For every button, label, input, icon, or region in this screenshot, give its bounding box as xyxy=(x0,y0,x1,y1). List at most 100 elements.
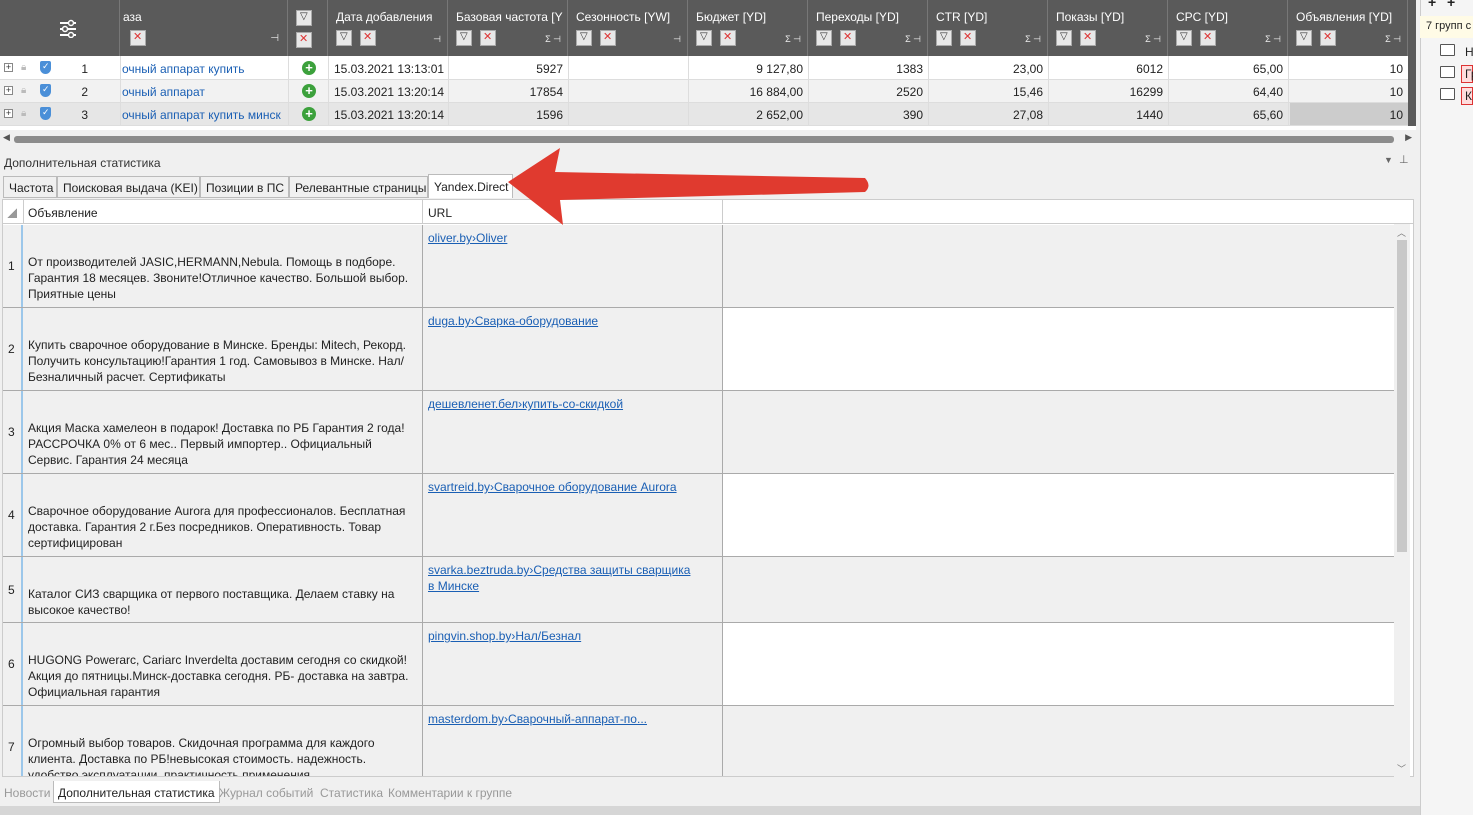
scroll-left-icon[interactable]: ◀ xyxy=(3,132,10,143)
col-clicks[interactable]: Переходы [YD] Σ ⊣ xyxy=(808,0,928,56)
pin-icon[interactable]: ⊣ xyxy=(433,34,441,45)
folder-icon[interactable] xyxy=(1440,44,1455,56)
shield-icon[interactable] xyxy=(40,84,51,97)
col-base-freq[interactable]: Базовая частота [Y Σ ⊣ xyxy=(448,0,568,56)
tab-news[interactable]: Новости xyxy=(0,781,54,803)
col-date-added[interactable]: Дата добавления ⊣ xyxy=(328,0,448,56)
shield-icon[interactable] xyxy=(40,61,51,74)
clear-filter-icon[interactable] xyxy=(720,30,736,46)
phrase-cell[interactable]: очный аппарат купить минск xyxy=(122,108,285,122)
sum-icon[interactable]: Σ ⊣ xyxy=(1025,34,1041,45)
clear-filter-icon[interactable] xyxy=(480,30,496,46)
tab-frequency[interactable]: Частота xyxy=(3,176,57,198)
clear-filter-icon[interactable] xyxy=(1080,30,1096,46)
sum-icon[interactable]: Σ ⊣ xyxy=(905,34,921,45)
tab-positions[interactable]: Позиции в ПС xyxy=(200,176,289,198)
tab-group-comments[interactable]: Комментарии к группе xyxy=(384,781,516,803)
phrase-cell[interactable]: очный аппарат купить xyxy=(122,62,285,76)
table-row[interactable]: 7 Огромный выбор товаров. Скидочная прог… xyxy=(3,706,1395,776)
filter-icon[interactable] xyxy=(456,30,472,46)
tab-statistics[interactable]: Статистика xyxy=(316,781,387,803)
clear-filter-icon[interactable] xyxy=(296,32,312,48)
table-row[interactable]: 5 Каталог СИЗ сварщика от первого постав… xyxy=(3,557,1395,623)
filter-icon[interactable] xyxy=(576,30,592,46)
tab-relevant-pages[interactable]: Релевантные страницы xyxy=(289,176,428,198)
clear-filter-icon[interactable] xyxy=(1200,30,1216,46)
col-url-header[interactable]: URL xyxy=(428,206,452,220)
pin-icon[interactable]: ⊥ xyxy=(1399,153,1409,166)
col-season[interactable]: Сезонность [YW] ⊣ xyxy=(568,0,688,56)
add-icon[interactable]: + xyxy=(1447,0,1455,10)
dropdown-icon[interactable]: ▼ xyxy=(1384,155,1393,165)
add-circle-icon[interactable]: + xyxy=(302,61,316,75)
expand-icon[interactable]: + xyxy=(4,86,13,95)
clear-filter-icon[interactable] xyxy=(1320,30,1336,46)
settings-sliders-icon[interactable] xyxy=(58,18,78,38)
filter-icon[interactable] xyxy=(936,30,952,46)
ad-url-link[interactable]: svarka.beztruda.by›Средства защиты сварщ… xyxy=(428,562,698,594)
vertical-scroll-thumb[interactable] xyxy=(1397,240,1407,552)
lock-icon[interactable]: 🔒︎ xyxy=(21,109,30,119)
ad-url-link[interactable]: дешевленет.бел›купить-со-скидкой xyxy=(428,396,708,412)
sum-icon[interactable]: Σ ⊣ xyxy=(1145,34,1161,45)
tab-serp-kei[interactable]: Поисковая выдача (KEI) xyxy=(57,176,200,198)
ad-url-link[interactable]: pingvin.shop.by›Нал/Безнал xyxy=(428,628,708,644)
ad-url-link[interactable]: masterdom.by›Сварочный-аппарат-по... xyxy=(428,711,708,727)
scroll-up-icon[interactable]: ︿ xyxy=(1397,226,1406,239)
add-icon[interactable]: + xyxy=(1428,0,1436,10)
filter-icon[interactable] xyxy=(696,30,712,46)
table-row[interactable]: 2 Купить сварочное оборудование в Минске… xyxy=(3,308,1395,391)
pin-icon[interactable]: ⊣ xyxy=(673,34,681,45)
col-ad-header[interactable]: Объявление xyxy=(28,206,98,220)
add-circle-icon[interactable]: + xyxy=(302,84,316,98)
phrase-cell[interactable]: очный аппарат xyxy=(122,85,285,99)
column-settings-cell[interactable] xyxy=(0,0,120,56)
filter-icon[interactable] xyxy=(336,30,352,46)
col-budget[interactable]: Бюджет [YD] Σ ⊣ xyxy=(688,0,808,56)
clear-filter-icon[interactable] xyxy=(840,30,856,46)
select-all-icon[interactable] xyxy=(7,208,17,218)
filter-icon[interactable] xyxy=(1176,30,1192,46)
tab-extra-stats[interactable]: Дополнительная статистика xyxy=(53,781,220,803)
pin-icon[interactable]: ⊣ xyxy=(270,33,279,44)
shield-icon[interactable] xyxy=(40,107,51,120)
ad-url-link[interactable]: svartreid.by›Сварочное оборудование Auro… xyxy=(428,479,708,495)
sum-icon[interactable]: Σ ⊣ xyxy=(1385,34,1401,45)
sum-icon[interactable]: Σ ⊣ xyxy=(785,34,801,45)
group-item[interactable]: Н xyxy=(1465,45,1473,59)
group-item[interactable]: Гр xyxy=(1465,67,1473,81)
sum-icon[interactable]: Σ ⊣ xyxy=(545,34,561,45)
filter-icon[interactable] xyxy=(296,10,312,26)
col-phrase[interactable]: аза ⊣ xyxy=(120,0,288,56)
expand-icon[interactable]: + xyxy=(4,109,13,118)
filter-icon[interactable] xyxy=(1296,30,1312,46)
clear-filter-icon[interactable] xyxy=(360,30,376,46)
col-ctr[interactable]: CTR [YD] Σ ⊣ xyxy=(928,0,1048,56)
clear-filter-icon[interactable] xyxy=(600,30,616,46)
sum-icon[interactable]: Σ ⊣ xyxy=(1265,34,1281,45)
table-row[interactable]: 6 HUGONG Powerarc, Cariarc Inverdelta до… xyxy=(3,623,1395,706)
filter-icon[interactable] xyxy=(1056,30,1072,46)
expand-icon[interactable]: + xyxy=(4,63,13,72)
clear-filter-icon[interactable] xyxy=(130,30,146,46)
scroll-right-icon[interactable]: ▶ xyxy=(1405,132,1412,143)
add-circle-icon[interactable]: + xyxy=(302,107,316,121)
col-shows[interactable]: Показы [YD] Σ ⊣ xyxy=(1048,0,1168,56)
filter-icon[interactable] xyxy=(816,30,832,46)
col-ads[interactable]: Объявления [YD] Σ ⊣ xyxy=(1288,0,1408,56)
col-cpc[interactable]: CPC [YD] Σ ⊣ xyxy=(1168,0,1288,56)
clear-filter-icon[interactable] xyxy=(960,30,976,46)
group-item[interactable]: К xyxy=(1465,89,1472,103)
tab-event-log[interactable]: Журнал событий xyxy=(215,781,317,803)
folder-icon[interactable] xyxy=(1440,66,1455,78)
folder-icon[interactable] xyxy=(1440,88,1455,100)
table-row[interactable]: 4 Сварочное оборудование Aurora для проф… xyxy=(3,474,1395,557)
table-row[interactable]: + 🔒︎ 2 очный аппарат + 15.03.2021 13:20:… xyxy=(0,80,1416,103)
col-add[interactable] xyxy=(288,0,328,56)
table-row[interactable]: 3 Акция Маска хамелеон в подарок! Достав… xyxy=(3,391,1395,474)
lock-icon[interactable]: 🔒︎ xyxy=(21,86,30,96)
table-row[interactable]: 1 От производителей JASIC,HERMANN,Nebula… xyxy=(3,225,1395,308)
lock-icon[interactable]: 🔒︎ xyxy=(21,63,30,73)
table-row[interactable]: + 🔒︎ 3 очный аппарат купить минск + 15.0… xyxy=(0,103,1416,126)
scroll-down-icon[interactable]: ﹀ xyxy=(1397,762,1406,775)
